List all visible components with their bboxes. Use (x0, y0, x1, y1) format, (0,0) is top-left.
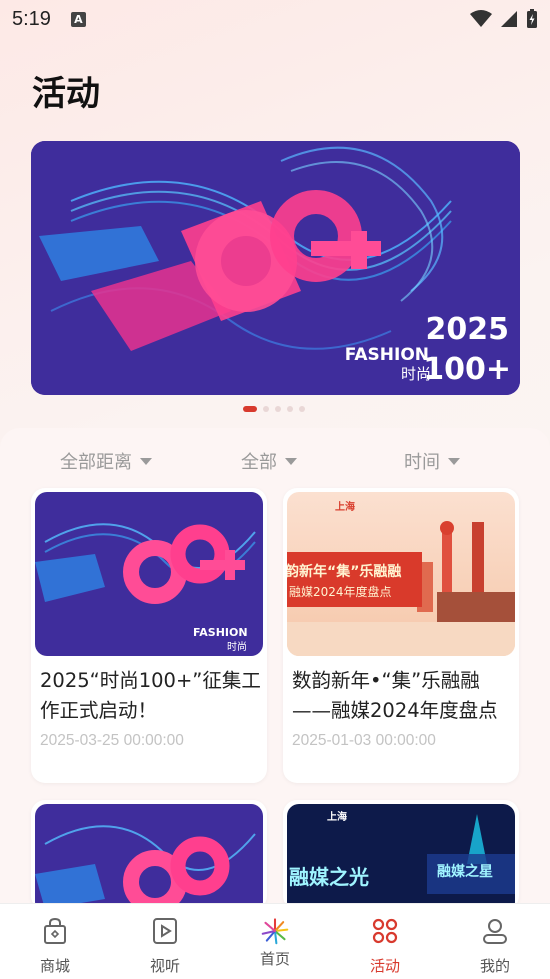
status-bar: 5:19 A (0, 0, 550, 38)
profile-icon (480, 916, 510, 946)
play-icon (150, 916, 180, 946)
carousel-dot[interactable] (299, 406, 305, 412)
nav-item-profile[interactable]: 我的 (440, 904, 550, 979)
card-image-logo: 上海 (335, 500, 355, 513)
card-image: 上海 融媒之光 融媒之星 (287, 804, 515, 910)
nav-label: 活动 (369, 957, 400, 975)
card-image-line2: 融媒2024年度盘点 (289, 584, 392, 599)
card-image: 上海 韵新年“集”乐融融 融媒2024年度盘点 (287, 492, 515, 656)
home-logo-icon (260, 916, 290, 946)
carousel-dot[interactable] (263, 406, 269, 412)
card-date: 2025-03-25 00:00:00 (40, 732, 184, 749)
distance-filter-label: 全部距离 (60, 452, 132, 473)
status-icons (470, 9, 538, 29)
card-title: 数韵新年•“集”乐融融——融媒2024年度盘点 (292, 669, 498, 722)
banner-carousel[interactable]: 2025 FASHION 时尚 100+ (31, 141, 520, 395)
card-image-logo: 上海 (327, 810, 347, 823)
caret-down-icon (448, 457, 460, 465)
nav-label: 商城 (39, 957, 70, 975)
card-image-brand: FASHION (193, 626, 248, 639)
banner-number: 100+ (423, 352, 511, 387)
caret-down-icon (285, 457, 297, 465)
activity-card[interactable]: 上海 融媒之光 融媒之星 (283, 800, 519, 910)
carousel-dot[interactable] (275, 406, 281, 412)
filter-bar: 全部距离 全部 时间 (0, 448, 550, 476)
banner-brand: FASHION (345, 345, 429, 365)
banner-artwork: 2025 FASHION 时尚 100+ (31, 141, 520, 395)
card-image-line1: 韵新年“集”乐融融 (287, 563, 401, 580)
carousel-indicator (0, 406, 550, 412)
shopping-bag-icon (40, 916, 70, 946)
notification-a-icon: A (70, 11, 86, 27)
nav-label: 首页 (259, 950, 290, 968)
caret-down-icon (140, 457, 152, 465)
card-image: FASHION 时尚 (35, 492, 263, 656)
page-title: 活动 (32, 74, 100, 114)
nav-item-mall[interactable]: 商城 (0, 904, 110, 979)
carousel-dot[interactable] (287, 406, 293, 412)
card-image-brand-cn: 时尚 (227, 640, 247, 653)
card-image-line1: 融媒之光 (289, 865, 369, 889)
banner-year: 2025 (426, 312, 510, 347)
status-time: 5:19 (12, 7, 51, 30)
battery-icon (527, 9, 537, 28)
card-image-line2: 融媒之星 (437, 863, 493, 880)
card-date: 2025-01-03 00:00:00 (292, 732, 436, 749)
category-filter-label: 全部 (241, 452, 277, 473)
wifi-icon (470, 10, 492, 27)
nav-item-activity[interactable]: 活动 (330, 904, 440, 979)
card-image (35, 804, 263, 910)
card-title: 2025“时尚100+”征集工作正式启动！ (40, 669, 261, 722)
category-filter[interactable]: 全部 (241, 448, 297, 474)
bottom-nav: 商城 视听 首页 活动 我的 (0, 903, 550, 979)
nav-label: 视听 (149, 957, 180, 975)
time-filter[interactable]: 时间 (404, 448, 460, 474)
activity-card[interactable] (31, 800, 267, 910)
activity-card[interactable]: FASHION 时尚 2025“时尚100+”征集工作正式启动！ 2025-03… (31, 488, 267, 783)
distance-filter[interactable]: 全部距离 (60, 448, 152, 474)
time-filter-label: 时间 (404, 452, 440, 473)
nav-label: 我的 (479, 957, 510, 975)
carousel-dot-active[interactable] (243, 406, 257, 412)
activity-card[interactable]: 上海 韵新年“集”乐融融 融媒2024年度盘点 数韵新年•“集”乐融融——融媒2… (283, 488, 519, 783)
activity-grid-icon (370, 916, 400, 946)
nav-item-home[interactable]: 首页 (220, 904, 330, 979)
signal-icon (501, 11, 517, 27)
nav-item-video[interactable]: 视听 (110, 904, 220, 979)
